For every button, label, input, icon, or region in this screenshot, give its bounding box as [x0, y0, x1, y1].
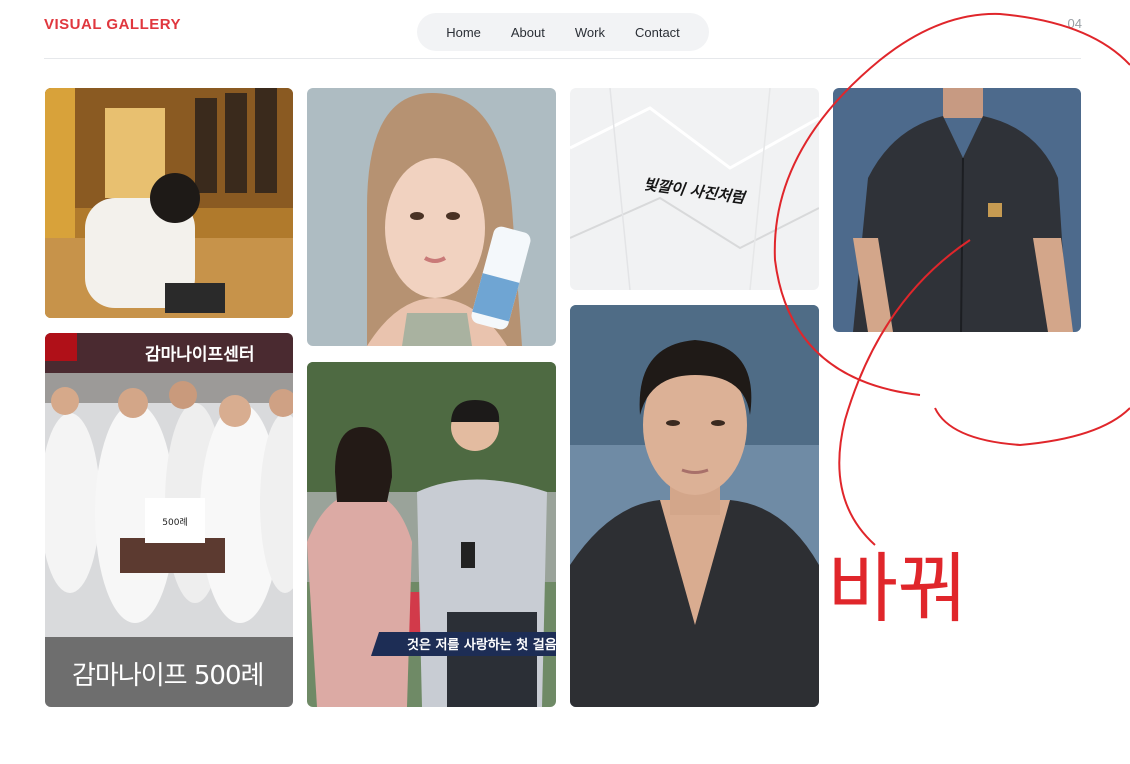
shirt-photo	[833, 88, 1081, 332]
annotation-handwritten-text: 바꿔	[828, 544, 968, 633]
main-nav: Home About Work Contact	[417, 13, 709, 51]
interview-subtitle: 것은 저를 사랑하는 첫 걸음	[407, 637, 556, 653]
gallery-card-interview[interactable]: 것은 저를 사랑하는 첫 걸음	[307, 362, 556, 707]
doctors-caption: 감마나이프 500례	[72, 661, 264, 691]
nav-home[interactable]: Home	[431, 25, 496, 40]
nav-contact[interactable]: Contact	[620, 25, 695, 40]
annotation-circle-bottom	[934, 407, 1130, 447]
gallery-card-beauty[interactable]	[307, 88, 556, 346]
nav-about[interactable]: About	[496, 25, 560, 40]
beauty-photo	[307, 88, 556, 346]
gallery-card-cafe[interactable]	[45, 88, 293, 318]
page-number: 04	[1067, 16, 1082, 31]
paper-photo: 빛깔이 사진처럼	[570, 88, 819, 290]
gallery-card-doctors[interactable]: 감마나이프센터 500례 감마나이프 500례	[45, 333, 293, 707]
doctors-sign-text: 감마나이프센터	[145, 345, 254, 365]
interview-photo: 것은 저를 사랑하는 첫 걸음	[307, 362, 556, 707]
header-divider	[44, 58, 1081, 59]
doctors-photo: 감마나이프센터 500례	[45, 333, 293, 707]
portrait-photo	[570, 305, 819, 707]
brand-logo[interactable]: VISUAL GALLERY	[44, 16, 181, 33]
gallery-card-portrait[interactable]	[570, 305, 819, 707]
nav-work[interactable]: Work	[560, 25, 620, 40]
cake-sign-text: 500례	[162, 517, 187, 528]
gallery-page: VISUAL GALLERY Home About Work Contact 0…	[0, 0, 1130, 764]
gallery-card-shirt[interactable]	[833, 88, 1081, 332]
cafe-photo	[45, 88, 293, 318]
gallery-card-calligraphy[interactable]: 빛깔이 사진처럼	[570, 88, 819, 290]
